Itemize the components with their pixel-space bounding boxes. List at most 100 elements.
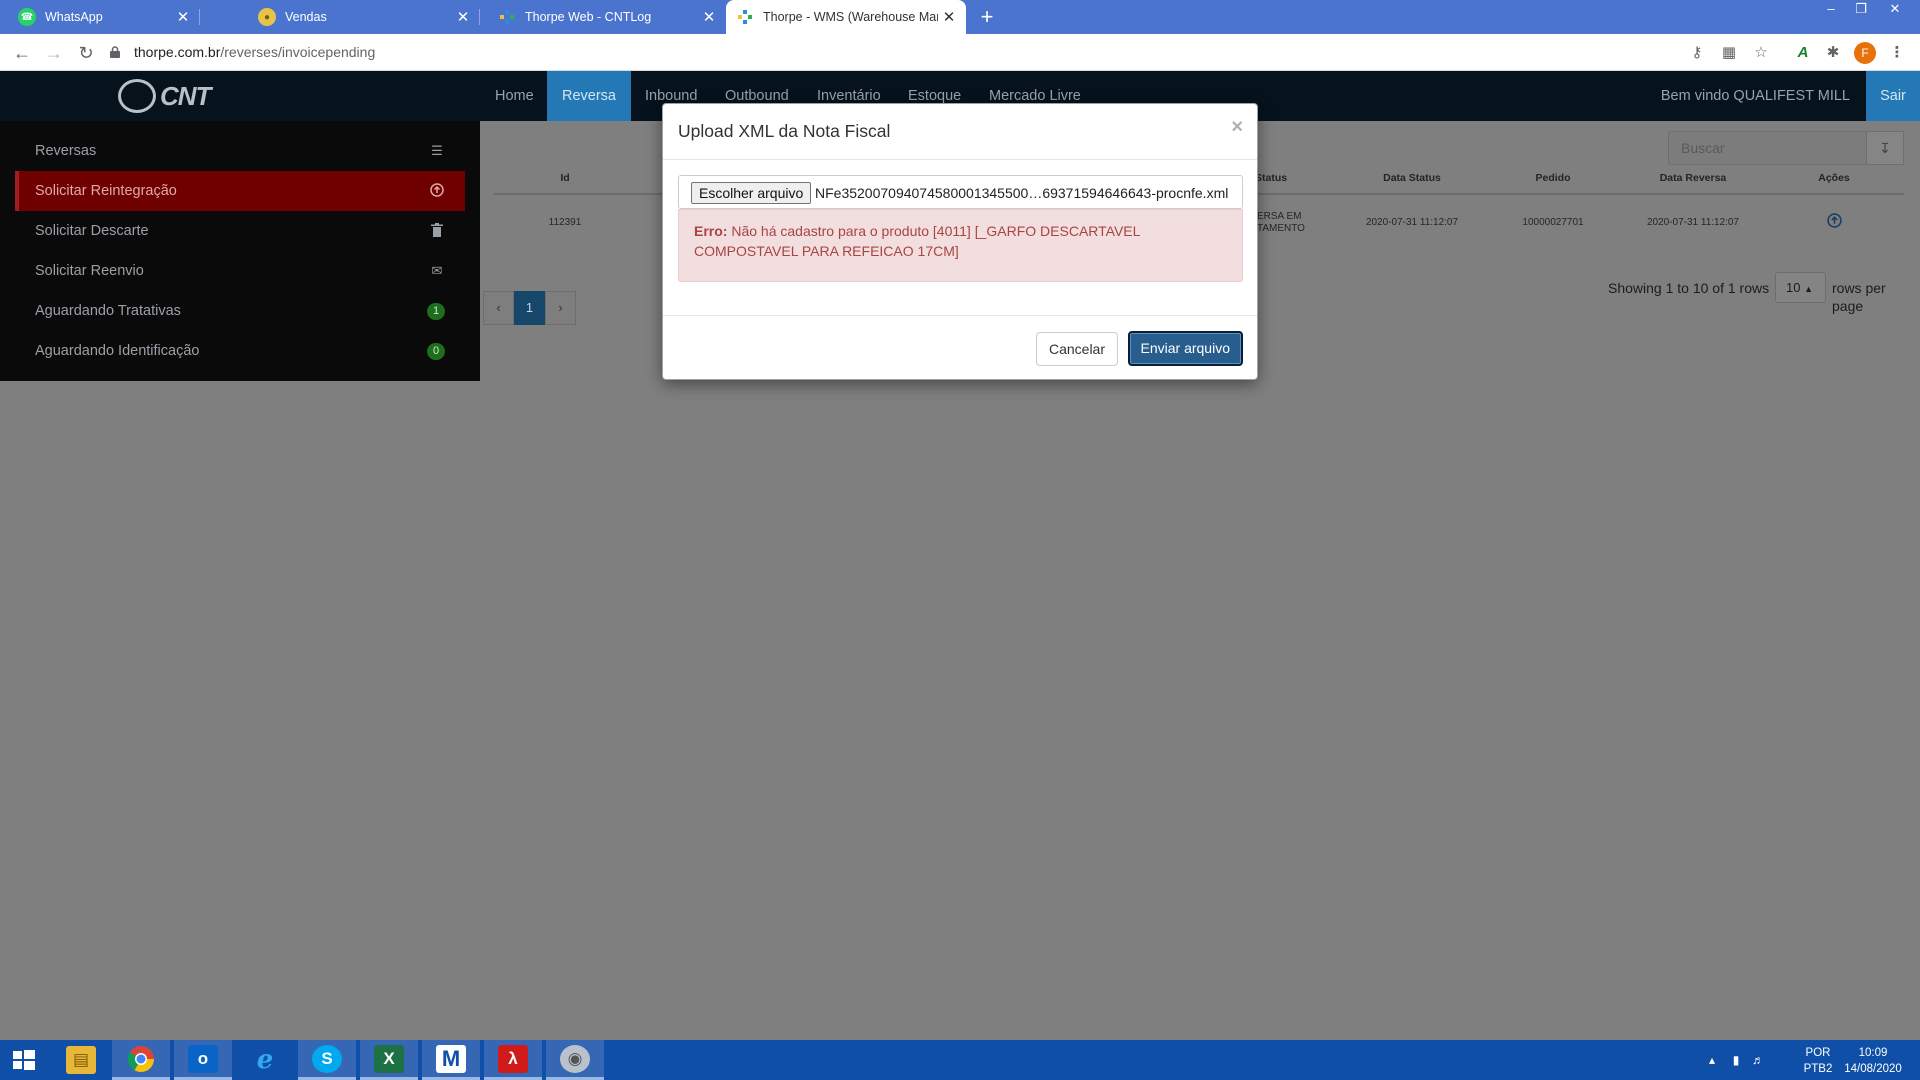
tray-chevron-up-icon[interactable]: ▴ <box>1704 1052 1720 1068</box>
browser-toolbar: ← → ↻ thorpe.com.br/reverses/invoicepend… <box>0 34 1920 71</box>
count-badge: 1 <box>427 303 445 320</box>
column-header-pedido[interactable]: Pedido <box>1503 172 1603 184</box>
acrobat-icon[interactable]: λ <box>484 1040 542 1080</box>
network-icon[interactable]: ▮ <box>1728 1052 1744 1068</box>
menu-dots-icon[interactable]: ⋮ <box>1886 42 1908 64</box>
extension-a-icon[interactable]: A <box>1792 42 1814 64</box>
close-tab-icon[interactable]: ✕ <box>172 8 194 26</box>
cell-data-status: 2020-07-31 11:12:07 <box>1365 217 1459 228</box>
forward-arrow-icon[interactable]: → <box>42 41 66 65</box>
cell-pedido: 10000027701 <box>1522 217 1584 228</box>
sidebar-item-solicitar-reintegracao[interactable]: Solicitar Reintegração <box>15 171 465 211</box>
sidebar-item-aguardando-identificacao[interactable]: Aguardando Identificação 0 <box>15 331 465 371</box>
upload-circle-icon[interactable] <box>1826 213 1842 231</box>
rows-summary: Showing 1 to 10 of 1 rows <box>1608 280 1770 296</box>
search-input[interactable]: Buscar <box>1668 131 1868 165</box>
address-bar[interactable]: thorpe.com.br/reverses/invoicepending <box>110 40 375 65</box>
list-icon: ☰ <box>431 143 443 158</box>
cell-id: 112391 <box>548 217 582 228</box>
volume-icon[interactable]: ♬ <box>1750 1052 1766 1068</box>
whatsapp-icon: ☎ <box>18 8 36 26</box>
sidebar-item-solicitar-descarte[interactable]: Solicitar Descarte <box>15 211 465 251</box>
thorpe-icon <box>736 8 754 26</box>
back-arrow-icon[interactable]: ← <box>10 41 34 65</box>
tab-thorpe-cntlog[interactable]: Thorpe Web - CNTLog ✕ <box>480 0 726 34</box>
sidebar-item-solicitar-reenvio[interactable]: Solicitar Reenvio ✉ <box>15 251 465 291</box>
m-app-icon[interactable]: M <box>422 1040 480 1080</box>
cell-status: ERSA EM TAMENTO <box>1257 211 1305 234</box>
column-header-status[interactable]: Status <box>1255 172 1287 184</box>
outlook-icon[interactable]: o <box>174 1040 232 1080</box>
skype-icon[interactable]: S <box>298 1040 356 1080</box>
profile-avatar[interactable]: F <box>1854 42 1876 64</box>
page-prev-button[interactable]: ‹ <box>483 291 514 325</box>
count-badge: 0 <box>427 343 445 360</box>
logo-mark-icon <box>118 79 156 113</box>
tab-whatsapp[interactable]: ☎ WhatsApp ✕ <box>0 0 200 34</box>
caret-up-icon: ▲ <box>1804 284 1814 294</box>
upload-xml-modal: Upload XML da Nota Fiscal × Escolher arq… <box>662 103 1258 380</box>
browser-tab-strip: ☎ WhatsApp ✕ ● Vendas ✕ Thorpe Web - CNT… <box>0 0 1920 34</box>
trash-icon <box>429 223 445 239</box>
page-1-button[interactable]: 1 <box>514 291 545 325</box>
column-header-data-status[interactable]: Data Status <box>1362 172 1462 184</box>
puzzle-icon[interactable]: ✱ <box>1822 42 1844 64</box>
reload-icon[interactable]: ↻ <box>74 41 98 65</box>
media-app-icon[interactable]: ◉ <box>546 1040 604 1080</box>
windows-taskbar: ▤ o e S X M λ ◉ ▴ ▮ ♬ POR PTB2 10:09 14/… <box>0 1040 1920 1080</box>
modal-footer: Cancelar Enviar arquivo <box>663 315 1257 381</box>
close-tab-icon[interactable]: ✕ <box>698 8 720 26</box>
restore-icon[interactable]: ❐ <box>1846 0 1876 20</box>
file-explorer-icon[interactable]: ▤ <box>52 1040 110 1080</box>
logout-button[interactable]: Sair <box>1866 71 1920 121</box>
column-header-acoes[interactable]: Ações <box>1804 172 1864 184</box>
star-icon[interactable]: ☆ <box>1750 42 1772 64</box>
clock[interactable]: 10:09 14/08/2020 <box>1841 1045 1905 1077</box>
close-window-icon[interactable]: ✕ <box>1880 0 1910 20</box>
export-icon[interactable]: ↧ <box>1866 131 1904 165</box>
error-message: Não há cadastro para o produto [4011] [_… <box>694 223 1140 259</box>
url-host: thorpe.com.br <box>134 44 221 60</box>
minimize-icon[interactable]: – <box>1816 0 1846 20</box>
choose-file-button[interactable]: Escolher arquivo <box>691 182 812 204</box>
chrome-icon[interactable] <box>112 1040 170 1080</box>
xml-file-input[interactable]: Escolher arquivo NFe35200709407458000134… <box>678 175 1243 209</box>
error-alert: Erro: Não há cadastro para o produto [40… <box>678 209 1243 282</box>
nav-reversa[interactable]: Reversa <box>547 71 631 121</box>
pagination: ‹ 1 › <box>483 291 576 325</box>
lock-icon <box>110 41 120 58</box>
page-next-button[interactable]: › <box>545 291 576 325</box>
close-tab-icon[interactable]: ✕ <box>938 8 960 26</box>
windows-start-icon[interactable] <box>0 1040 48 1080</box>
translate-icon[interactable]: ▦ <box>1718 42 1740 64</box>
internet-explorer-icon[interactable]: e <box>236 1040 294 1080</box>
sidebar-item-aguardando-tratativas[interactable]: Aguardando Tratativas 1 <box>15 291 465 331</box>
new-tab-button[interactable]: + <box>974 4 1000 30</box>
upload-circle-icon <box>429 183 445 199</box>
screen: ☎ WhatsApp ✕ ● Vendas ✕ Thorpe Web - CNT… <box>0 0 1920 1080</box>
cnt-logo[interactable]: CNT <box>118 79 211 113</box>
thorpe-icon <box>498 8 516 26</box>
input-language[interactable]: POR PTB2 <box>1798 1045 1838 1077</box>
close-tab-icon[interactable]: ✕ <box>452 8 474 26</box>
column-header-data-reversa[interactable]: Data Reversa <box>1643 172 1743 184</box>
error-label: Erro: <box>694 223 728 239</box>
modal-title: Upload XML da Nota Fiscal <box>678 121 891 141</box>
envelope-icon: ✉ <box>431 263 443 278</box>
nav-home[interactable]: Home <box>480 71 549 121</box>
coin-icon: ● <box>258 8 276 26</box>
excel-icon[interactable]: X <box>360 1040 418 1080</box>
cancel-button[interactable]: Cancelar <box>1035 332 1118 366</box>
rows-per-page-label: rows per page <box>1832 280 1886 314</box>
welcome-text: Bem vindo QUALIFEST MILL <box>1660 88 1850 104</box>
send-file-button[interactable]: Enviar arquivo <box>1127 331 1243 366</box>
tab-thorpe-wms[interactable]: Thorpe - WMS (Warehouse Management ✕ <box>726 0 966 34</box>
cell-data-reversa: 2020-07-31 11:12:07 <box>1646 217 1740 228</box>
rows-per-page-select[interactable]: 10 ▲ <box>1775 272 1826 303</box>
sidebar-item-reversas[interactable]: Reversas ☰ <box>15 131 465 171</box>
tab-vendas[interactable]: ● Vendas ✕ <box>240 0 480 34</box>
close-icon[interactable]: × <box>1231 116 1243 139</box>
key-icon[interactable]: ⚷ <box>1686 42 1708 64</box>
column-header-id[interactable]: Id <box>545 172 585 184</box>
selected-file-name: NFe352007094074580001345500…693715946466… <box>815 185 1229 201</box>
